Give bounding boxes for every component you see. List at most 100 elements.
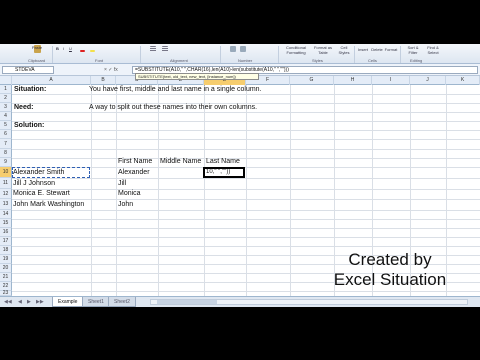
select-all-corner[interactable]	[0, 76, 12, 85]
prev-sheet-icon[interactable]: ◀	[18, 299, 22, 305]
need-text: A way to split out these names into thei…	[89, 104, 258, 111]
ribbon: Paste B I U Conditional Formatting Forma…	[0, 44, 480, 64]
row-header[interactable]: 3	[0, 103, 12, 112]
sheet-tab-example[interactable]: Example	[52, 297, 84, 307]
first-name-header: First Name	[118, 158, 153, 165]
row-header[interactable]: 7	[0, 139, 12, 149]
last-sheet-icon[interactable]: ▶▶	[36, 299, 44, 305]
function-tooltip: SUBSTITUTE(text, old_text, new_text, [in…	[135, 73, 259, 80]
font-italic-icon[interactable]: I	[63, 46, 64, 51]
number-group-label: Number	[238, 58, 253, 63]
paste-button[interactable]: Paste	[30, 45, 44, 50]
sheet-tabs-bar: ◀◀ ◀ ▶ ▶▶ Example Sheet1 Sheet2	[0, 296, 480, 307]
row-header[interactable]: 8	[0, 149, 12, 158]
cells-group-label: Cells	[368, 58, 377, 63]
format-as-table-button[interactable]: Format as Table	[312, 45, 334, 55]
gridline	[246, 85, 247, 296]
row-header-active[interactable]: 10	[0, 167, 12, 178]
row-header[interactable]: 14	[0, 210, 12, 219]
font-color-icon[interactable]	[80, 50, 85, 52]
percent-icon[interactable]	[240, 46, 246, 52]
row-header[interactable]: 12	[0, 189, 12, 199]
row-header[interactable]: 5	[0, 121, 12, 130]
column-header[interactable]: G	[290, 76, 334, 85]
divider	[52, 46, 53, 63]
next-sheet-icon[interactable]: ▶	[27, 299, 31, 305]
watermark: Created by Excel Situation	[290, 250, 480, 290]
cell-styles-button[interactable]: Cell Styles	[336, 45, 352, 55]
format-button[interactable]: Format	[384, 47, 398, 52]
delete-button[interactable]: Delete	[370, 47, 384, 52]
editing-group-label: Editing	[410, 58, 423, 63]
excel-window: Paste B I U Conditional Formatting Forma…	[0, 0, 480, 360]
column-header[interactable]: A	[12, 76, 91, 85]
need-label: Need:	[14, 104, 34, 111]
row-header[interactable]: 9	[0, 158, 12, 167]
column-header[interactable]: H	[334, 76, 372, 85]
gridline	[91, 85, 92, 296]
first-name-cell[interactable]: John	[118, 200, 133, 210]
column-header[interactable]: I	[372, 76, 410, 85]
row-header[interactable]: 13	[0, 199, 12, 210]
divider	[354, 46, 355, 63]
row-header[interactable]: 1	[0, 85, 12, 94]
gridline	[116, 85, 117, 296]
horizontal-scrollbar[interactable]	[150, 299, 468, 305]
middle-name-header: Middle Name	[160, 158, 202, 165]
solution-label: Solution:	[14, 122, 45, 129]
sheet-tab-sheet1[interactable]: Sheet1	[82, 297, 110, 307]
styles-group-label: Styles	[312, 58, 323, 63]
fill-color-icon[interactable]	[90, 50, 95, 52]
divider	[140, 46, 141, 63]
formula-reference-highlight	[12, 167, 90, 178]
row-header[interactable]: 4	[0, 112, 12, 121]
clipboard-group-label: Clipboard	[28, 58, 46, 63]
active-cell-editor[interactable]: 10," ",""))	[203, 167, 245, 178]
first-name-cell[interactable]: Monica	[118, 189, 141, 199]
first-name-cell[interactable]: Jill	[118, 179, 126, 189]
scrollbar-thumb[interactable]	[157, 300, 217, 304]
row-header[interactable]: 17	[0, 237, 12, 246]
currency-icon[interactable]	[230, 46, 236, 52]
formula-bar-buttons[interactable]: × ✓ fx	[104, 66, 118, 74]
column-header[interactable]: K	[446, 76, 480, 85]
insert-button[interactable]: Insert	[356, 47, 370, 52]
font-bold-icon[interactable]: B	[56, 46, 59, 51]
font-underline-icon[interactable]: U	[69, 46, 72, 51]
conditional-formatting-button[interactable]: Conditional Formatting	[282, 45, 310, 55]
row-header[interactable]: 2	[0, 94, 12, 103]
first-sheet-icon[interactable]: ◀◀	[4, 299, 12, 305]
full-name-cell[interactable]: Jill J Johnson	[13, 179, 55, 189]
situation-text: You have first, middle and last name in …	[89, 86, 262, 93]
last-name-header: Last Name	[206, 158, 240, 165]
sheet-tab-sheet2[interactable]: Sheet2	[108, 297, 136, 307]
gridline	[204, 85, 205, 296]
font-group-label: Font	[95, 58, 104, 63]
row-header[interactable]: 21	[0, 273, 12, 282]
wrap-icon[interactable]	[162, 46, 168, 52]
situation-label: Situation:	[14, 86, 47, 93]
watermark-line-2: Excel Situation	[333, 270, 447, 289]
full-name-cell[interactable]: John Mark Washington	[13, 200, 84, 210]
column-header[interactable]: J	[410, 76, 446, 85]
align-icon[interactable]	[150, 46, 156, 52]
gridline	[158, 85, 159, 296]
row-header[interactable]: 15	[0, 219, 12, 228]
name-box[interactable]: STDEVA	[2, 66, 54, 74]
column-header[interactable]: B	[91, 76, 116, 85]
first-name-cell[interactable]: Alexander	[118, 168, 150, 178]
row-header[interactable]: 16	[0, 228, 12, 237]
row-header[interactable]: 19	[0, 255, 12, 264]
divider	[278, 46, 279, 63]
watermark-line-1: Created by	[348, 250, 432, 269]
row-header[interactable]: 6	[0, 130, 12, 139]
divider	[400, 46, 401, 63]
divider	[220, 46, 221, 63]
find-select-button[interactable]: Find & Select	[424, 45, 442, 55]
row-header[interactable]: 11	[0, 178, 12, 189]
sort-filter-button[interactable]: Sort & Filter	[404, 45, 422, 55]
row-header[interactable]: 20	[0, 264, 12, 273]
alignment-group-label: Alignment	[170, 58, 188, 63]
row-header[interactable]: 18	[0, 246, 12, 255]
full-name-cell[interactable]: Monica E. Stewart	[13, 189, 70, 199]
